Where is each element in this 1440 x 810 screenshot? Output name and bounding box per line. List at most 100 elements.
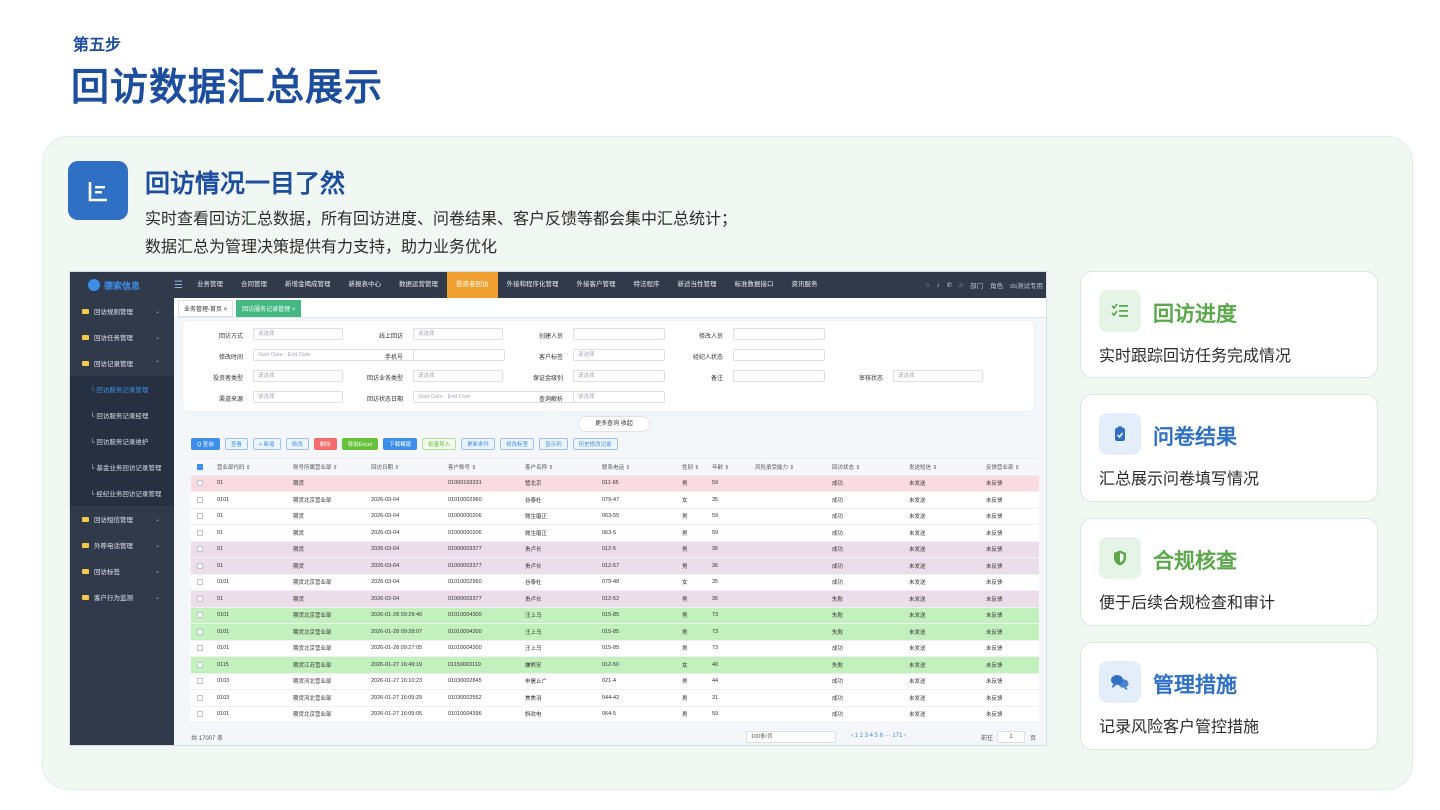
row-checkbox[interactable]: [197, 513, 203, 520]
sidebar-subitem[interactable]: └ 基金业务回访记录管理: [70, 454, 174, 480]
page-size-select[interactable]: 100条/页: [746, 731, 836, 743]
table-row[interactable]: 0101 期货北京营业部 2026-01-28 09:29:40 0101000430…: [191, 607, 1039, 624]
sidebar-group[interactable]: 回访标签 ⌄: [70, 558, 174, 584]
table-row[interactable]: 01 期货 2026-03-04 01000003377 贵卢长 012-57 男 36 成功 未…: [191, 558, 1039, 575]
column-header[interactable]: 客户名称 ⇕: [525, 463, 602, 471]
toolbar-button[interactable]: + 新增: [252, 438, 281, 450]
table-row[interactable]: 01 期货 2026-03-04 01000000206 微生磨正 063-55 男 59 成功…: [191, 508, 1039, 525]
row-checkbox[interactable]: [197, 694, 203, 701]
phone-icon[interactable]: ✆: [947, 281, 952, 289]
column-header[interactable]: 反馈营业部 ⇕: [986, 463, 1026, 471]
nav-item[interactable]: 合同管理: [232, 272, 276, 298]
more-query-button[interactable]: 更多查询 收起: [578, 416, 650, 432]
column-header[interactable]: 营业部代码 ⇕: [217, 463, 293, 471]
row-checkbox[interactable]: [197, 496, 203, 503]
table-row[interactable]: 01 期货 2026-03-04 01000003377 贵卢长 012-5 男 36 成功 未发…: [191, 541, 1039, 558]
filter-input[interactable]: 请选择: [253, 391, 343, 403]
table-row[interactable]: 0103 期货河北营业部 2026-01-27 16:10:23 0103000284…: [191, 673, 1039, 690]
table-row[interactable]: 0103 期货河北营业部 2026-01-27 16:09:29 0103000255…: [191, 690, 1039, 707]
column-header[interactable]: 账号所属营业部 ⇕: [293, 463, 371, 471]
row-checkbox[interactable]: [197, 546, 203, 553]
filter-input[interactable]: 请选择: [413, 328, 503, 340]
sidebar-subitem[interactable]: └ 回访服务记录管理: [70, 376, 174, 402]
toolbar-button[interactable]: 批量导入: [422, 438, 457, 450]
nav-item[interactable]: 特法程序: [625, 272, 669, 298]
nav-dept[interactable]: 部门: [970, 280, 983, 290]
goto-input[interactable]: 1: [997, 731, 1025, 743]
nav-item[interactable]: 新适当性管理: [669, 272, 726, 298]
page-tab[interactable]: 业务管理-首页 ×: [178, 300, 234, 317]
table-row[interactable]: 0101 期货北京营业部 2026-01-27 16:09:05 0101000439…: [191, 706, 1039, 723]
table-row[interactable]: 01 期货 2026-03-04 01000000206 微生磨正 063-5 男 59 成功 未…: [191, 525, 1039, 542]
page-numbers[interactable]: ‹ 1 2 3 4 5 6 ··· 171 ›: [851, 733, 906, 739]
lock-icon[interactable]: ⌂: [959, 282, 963, 289]
nav-item[interactable]: 标准数据接口: [726, 272, 783, 298]
toolbar-button[interactable]: 修改标签: [500, 438, 535, 450]
row-checkbox[interactable]: [197, 595, 203, 602]
table-row[interactable]: 01 期货 2026-02-04 01000003377 贵卢长 012-52 男 36 失败 未…: [191, 591, 1039, 608]
filter-input[interactable]: 请选择: [573, 349, 665, 361]
nav-item[interactable]: 新增金揭成管理: [276, 272, 340, 298]
menu-toggle-icon[interactable]: ☰: [174, 280, 188, 291]
nav-item[interactable]: 外接和程序化管理: [498, 272, 568, 298]
table-row[interactable]: 0101 期货北京营业部 2026-03-04 01010002960 谷泰杜 079-4…: [191, 492, 1039, 509]
sidebar-subitem[interactable]: └ 经纪业务回访记录管理: [70, 480, 174, 506]
column-header[interactable]: 回访状态 ⇕: [832, 463, 909, 471]
bell-icon[interactable]: ♪: [936, 282, 939, 289]
toolbar-button[interactable]: Q 查询: [191, 438, 220, 450]
nav-user[interactable]: ds测试专用: [1010, 280, 1043, 290]
column-header[interactable]: 客户账号 ⇕: [448, 463, 525, 471]
sidebar-group[interactable]: 回访规则管理 ⌄: [70, 298, 174, 324]
row-checkbox[interactable]: [197, 529, 203, 536]
sidebar-group[interactable]: 外呼电话管理 ⌄: [70, 532, 174, 558]
sidebar-subitem[interactable]: └ 回访服务记录经理: [70, 402, 174, 428]
nav-item[interactable]: 投资者回访: [447, 272, 498, 298]
nav-item[interactable]: 外接客户管理: [568, 272, 625, 298]
table-row[interactable]: 0101 期货北京营业部 2026-01-28 09:28:07 0101000430…: [191, 624, 1039, 641]
nav-role[interactable]: 角色: [990, 280, 1003, 290]
row-checkbox[interactable]: [197, 480, 203, 487]
filter-input[interactable]: 请选择: [253, 328, 343, 340]
filter-input[interactable]: [733, 370, 825, 382]
filter-input[interactable]: 请选择: [413, 370, 503, 382]
toolbar-button[interactable]: 下载模版: [383, 438, 418, 450]
toolbar-button[interactable]: 历史修改记录: [572, 438, 618, 450]
sidebar-group[interactable]: 回访任务管理 ⌄: [70, 324, 174, 350]
row-checkbox[interactable]: [197, 678, 203, 685]
column-header[interactable]: 年龄 ⇕: [712, 463, 755, 471]
sidebar-group[interactable]: 回访短信管理 ⌄: [70, 506, 174, 532]
column-header[interactable]: 回访日期 ⇕: [371, 463, 448, 471]
filter-input[interactable]: [573, 328, 665, 340]
page-tab[interactable]: 回访服务记录管理 ×: [236, 300, 302, 317]
filter-input[interactable]: 请选择: [573, 370, 665, 382]
nav-item[interactable]: 业务管理: [188, 272, 232, 298]
filter-input[interactable]: 请选择: [253, 370, 343, 382]
row-checkbox[interactable]: [197, 645, 203, 652]
toolbar-button[interactable]: 导出Excel: [341, 438, 379, 450]
row-checkbox[interactable]: [197, 661, 203, 668]
toolbar-button[interactable]: 修改: [285, 438, 309, 450]
toolbar-button[interactable]: 删除: [313, 438, 337, 450]
toolbar-button[interactable]: 更新条件: [461, 438, 496, 450]
row-checkbox[interactable]: [197, 628, 203, 635]
filter-input[interactable]: [733, 349, 825, 361]
table-row[interactable]: 0101 期货北京营业部 2026-03-04 01010002960 谷泰杜 079-4…: [191, 574, 1039, 591]
filter-input[interactable]: 请选择: [893, 370, 983, 382]
row-checkbox[interactable]: [197, 562, 203, 569]
nav-item[interactable]: 新报表中心: [340, 272, 391, 298]
table-row[interactable]: 0101 期货北京营业部 2026-01-28 09:27:05 0101000430…: [191, 640, 1039, 657]
filter-input[interactable]: 请选择: [573, 391, 665, 403]
row-checkbox[interactable]: [197, 711, 203, 718]
column-header[interactable]: 发送短信 ⇕: [909, 463, 986, 471]
sidebar-subitem[interactable]: └ 回访服务记录维护: [70, 428, 174, 454]
sidebar-group[interactable]: 客户行为监测 ⌄: [70, 584, 174, 610]
nav-item[interactable]: 资讯服务: [783, 272, 827, 298]
filter-input[interactable]: [413, 349, 505, 361]
select-all-checkbox[interactable]: [197, 463, 203, 470]
row-checkbox[interactable]: [197, 579, 203, 586]
table-row[interactable]: 01 期货 01000169331 管北京 011-85 男 59 成功 未发送 未反馈: [191, 475, 1039, 492]
nav-item[interactable]: 数据运营管理: [390, 272, 447, 298]
column-header[interactable]: 性别 ⇕: [682, 463, 712, 471]
toolbar-button[interactable]: 显示列: [539, 438, 568, 450]
column-header[interactable]: 联系电话 ⇕: [602, 463, 682, 471]
